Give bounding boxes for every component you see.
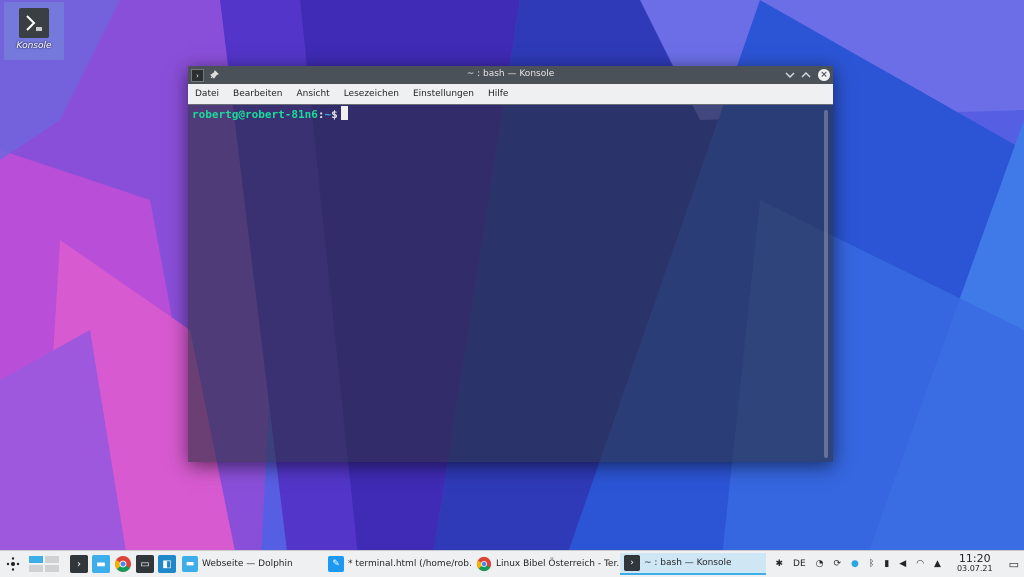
weather-icon[interactable]: ✱ (775, 559, 783, 569)
task-chrome[interactable]: Linux Bibel Österreich - Ter... (472, 553, 620, 575)
launcher-discover[interactable]: ◧ (156, 553, 178, 575)
clock-date: 03.07.21 (956, 564, 993, 573)
kate-icon: ✎ (328, 556, 344, 572)
bluetooth-icon[interactable]: ᛒ (869, 559, 874, 569)
task-label: Webseite — Dolphin (202, 559, 293, 569)
battery-icon[interactable]: ▮ (884, 559, 889, 569)
launcher-chrome[interactable] (112, 553, 134, 575)
task-label: ~ : bash — Konsole (644, 558, 732, 568)
show-desktop-icon[interactable]: ▭ (1009, 558, 1019, 571)
rss-icon[interactable]: ◔ (816, 559, 824, 569)
task-kate[interactable]: ✎ * terminal.html (/home/rob... (324, 553, 472, 575)
text-cursor (340, 106, 348, 120)
launcher-konsole[interactable]: › (68, 553, 90, 575)
chrome-icon (476, 556, 492, 572)
folder-icon: ▬ (182, 556, 198, 572)
expand-tray-icon[interactable]: ▲ (934, 559, 941, 569)
store-icon: ◧ (158, 555, 176, 573)
folder-icon: ▬ (92, 555, 110, 573)
task-label: Linux Bibel Österreich - Ter... (496, 559, 620, 569)
launcher-dolphin[interactable]: ▬ (90, 553, 112, 575)
update-icon[interactable]: ⟳ (834, 559, 842, 569)
system-tray: ✱ DE ◔ ⟳ ● ᛒ ▮ ◀ ◠ ▲ 11:20 03.07.21 ▭ (770, 551, 1024, 577)
maximize-button[interactable] (799, 68, 813, 82)
volume-icon[interactable]: ◀ (899, 559, 906, 569)
menu-lesezeichen[interactable]: Lesezeichen (337, 89, 406, 99)
minimize-button[interactable] (783, 68, 797, 82)
konsole-window: › ~ : bash — Konsole × Datei Bearbeiten … (188, 66, 833, 462)
network-icon[interactable]: ◠ (916, 559, 924, 569)
terminal-scrollbar[interactable] (824, 110, 828, 458)
task-konsole[interactable]: › ~ : bash — Konsole (620, 553, 766, 575)
konsole-icon (19, 8, 49, 38)
close-button[interactable]: × (818, 69, 830, 81)
monitor-icon: ▭ (136, 555, 154, 573)
clock-time: 11:20 (958, 552, 991, 565)
menu-bearbeiten[interactable]: Bearbeiten (226, 89, 289, 99)
prompt-dollar: $ (331, 108, 338, 121)
keyboard-layout-indicator[interactable]: DE (793, 559, 806, 569)
task-dolphin[interactable]: ▬ Webseite — Dolphin (178, 553, 324, 575)
desktop-icon-konsole[interactable]: Konsole (4, 2, 64, 60)
taskbar: › ▬ ▭ ◧ ▬ Webseite — Dolphin ✎ * termina… (0, 550, 1024, 577)
prompt-user-host: robertg@robert-81n6 (192, 108, 318, 121)
terminal-area[interactable]: robertg@robert-81n6:~$ (188, 104, 833, 462)
chrome-icon (115, 556, 131, 572)
konsole-icon: › (624, 555, 640, 571)
pager-icon (29, 556, 59, 572)
konsole-icon: › (70, 555, 88, 573)
shell-prompt: robertg@robert-81n6:~$ (192, 106, 348, 121)
menu-hilfe[interactable]: Hilfe (481, 89, 515, 99)
digital-clock[interactable]: 11:20 03.07.21 (952, 552, 998, 574)
desktop-icon-label: Konsole (16, 41, 52, 51)
menu-datei[interactable]: Datei (188, 89, 226, 99)
virtual-desktop-pager[interactable] (26, 553, 62, 575)
window-titlebar[interactable]: › ~ : bash — Konsole × (188, 66, 833, 84)
menu-ansicht[interactable]: Ansicht (289, 89, 336, 99)
application-launcher[interactable] (0, 553, 26, 575)
task-label: * terminal.html (/home/rob... (348, 559, 472, 569)
launcher-system-monitor[interactable]: ▭ (134, 553, 156, 575)
menu-einstellungen[interactable]: Einstellungen (406, 89, 481, 99)
telegram-icon[interactable]: ● (851, 559, 859, 569)
window-title: ~ : bash — Konsole (466, 69, 555, 79)
menubar: Datei Bearbeiten Ansicht Lesezeichen Ein… (188, 84, 833, 105)
kde-launcher-icon (6, 557, 20, 571)
